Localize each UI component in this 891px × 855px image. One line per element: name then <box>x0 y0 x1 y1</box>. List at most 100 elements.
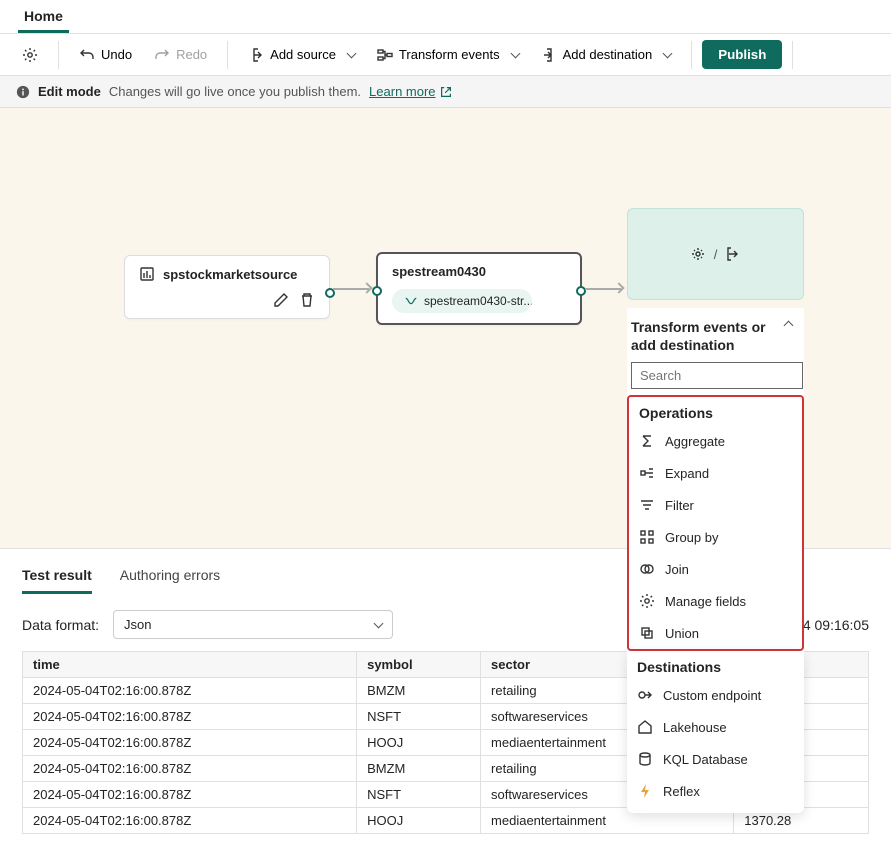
add-destination-icon <box>541 47 557 63</box>
endpoint-icon <box>637 687 653 703</box>
add-source-button[interactable]: Add source <box>238 42 365 68</box>
stream-pill[interactable]: spestream0430-str... <box>392 289 532 313</box>
data-format-select[interactable]: Json <box>113 610 393 639</box>
op-expand[interactable]: Expand <box>629 457 802 489</box>
destinations-heading: Destinations <box>627 651 804 679</box>
stream-node[interactable]: spestream0430 spestream0430-str... <box>376 252 582 325</box>
stream-icon <box>404 294 418 308</box>
chevron-down-icon <box>510 49 520 59</box>
publish-button[interactable]: Publish <box>702 40 782 69</box>
output-icon <box>725 246 741 262</box>
join-icon <box>639 561 655 577</box>
group-icon <box>639 529 655 545</box>
table-cell: HOOJ <box>357 808 481 834</box>
info-bar: Edit mode Changes will go live once you … <box>0 76 891 108</box>
arrow-icon <box>613 282 624 293</box>
reflex-icon <box>637 783 653 799</box>
table-cell: 2024-05-04T02:16:00.878Z <box>23 782 357 808</box>
transform-label: Transform events <box>399 47 500 62</box>
sigma-icon <box>639 433 655 449</box>
dest-lakehouse[interactable]: Lakehouse <box>627 711 804 743</box>
table-cell: 2024-05-04T02:16:00.878Z <box>23 730 357 756</box>
chevron-down-icon <box>663 49 673 59</box>
slash: / <box>714 247 718 262</box>
table-cell: 2024-05-04T02:16:00.878Z <box>23 704 357 730</box>
toolbar: Undo Redo Add source Transform events Ad… <box>0 34 891 76</box>
operations-heading: Operations <box>629 397 802 425</box>
filter-icon <box>639 497 655 513</box>
learn-more-link[interactable]: Learn more <box>369 84 452 99</box>
source-icon <box>139 266 155 282</box>
external-link-icon <box>439 85 453 99</box>
separator <box>691 41 692 69</box>
separator <box>58 41 59 69</box>
collapse-icon[interactable] <box>784 321 794 331</box>
add-source-icon <box>248 47 264 63</box>
undo-button[interactable]: Undo <box>69 42 142 68</box>
table-cell: BMZM <box>357 756 481 782</box>
op-groupby[interactable]: Group by <box>629 521 802 553</box>
expand-icon <box>639 465 655 481</box>
edit-icon[interactable] <box>273 292 289 308</box>
table-cell: NSFT <box>357 704 481 730</box>
data-format-label: Data format: <box>22 617 99 633</box>
lakehouse-icon <box>637 719 653 735</box>
union-icon <box>639 625 655 641</box>
separator <box>227 41 228 69</box>
table-cell: BMZM <box>357 678 481 704</box>
op-manage-fields[interactable]: Manage fields <box>629 585 802 617</box>
dest-reflex[interactable]: Reflex <box>627 775 804 807</box>
redo-button[interactable]: Redo <box>144 42 217 68</box>
op-join[interactable]: Join <box>629 553 802 585</box>
table-cell: NSFT <box>357 782 481 808</box>
col-symbol[interactable]: symbol <box>357 652 481 678</box>
undo-label: Undo <box>101 47 132 62</box>
search-input[interactable] <box>631 362 803 389</box>
table-cell: 2024-05-04T02:16:00.878Z <box>23 678 357 704</box>
table-cell: 2024-05-04T02:16:00.878Z <box>23 756 357 782</box>
chevron-down-icon <box>374 619 384 629</box>
col-time[interactable]: time <box>23 652 357 678</box>
edit-mode-msg: Changes will go live once you publish th… <box>109 84 361 99</box>
panel-title: Transform events or add destination <box>631 318 779 354</box>
table-cell: 2024-05-04T02:16:00.878Z <box>23 808 357 834</box>
op-filter[interactable]: Filter <box>629 489 802 521</box>
source-node-title: spstockmarketsource <box>163 267 297 282</box>
destinations-list: Destinations Custom endpoint Lakehouse K… <box>627 651 804 813</box>
settings-button[interactable] <box>12 42 48 68</box>
transform-events-button[interactable]: Transform events <box>367 42 529 68</box>
info-icon <box>16 85 30 99</box>
database-icon <box>637 751 653 767</box>
dest-kql-database[interactable]: KQL Database <box>627 743 804 775</box>
source-node[interactable]: spstockmarketsource <box>124 255 330 319</box>
add-destination-label: Add destination <box>563 47 653 62</box>
arrow-icon <box>361 282 372 293</box>
op-aggregate[interactable]: Aggregate <box>629 425 802 457</box>
chevron-down-icon <box>346 49 356 59</box>
operations-list: Operations Aggregate Expand Filter Group… <box>627 395 804 651</box>
table-cell: HOOJ <box>357 730 481 756</box>
stream-node-title: spestream0430 <box>392 264 486 279</box>
gear-icon <box>22 47 38 63</box>
tab-home[interactable]: Home <box>18 0 69 33</box>
edit-mode-label: Edit mode <box>38 84 101 99</box>
redo-label: Redo <box>176 47 207 62</box>
delete-icon[interactable] <box>299 292 315 308</box>
transform-icon <box>690 246 706 262</box>
tab-authoring-errors[interactable]: Authoring errors <box>120 559 220 594</box>
transform-icon <box>377 47 393 63</box>
transform-panel: Transform events or add destination Oper… <box>627 308 804 813</box>
add-source-label: Add source <box>270 47 336 62</box>
separator <box>792 41 793 69</box>
ribbon-tabs: Home <box>0 0 891 34</box>
op-union[interactable]: Union <box>629 617 802 649</box>
redo-icon <box>154 47 170 63</box>
dest-custom-endpoint[interactable]: Custom endpoint <box>627 679 804 711</box>
undo-icon <box>79 47 95 63</box>
tab-test-result[interactable]: Test result <box>22 559 92 594</box>
input-port[interactable] <box>372 286 382 296</box>
destination-placeholder[interactable]: / <box>627 208 804 300</box>
manage-fields-icon <box>639 593 655 609</box>
add-destination-button[interactable]: Add destination <box>531 42 682 68</box>
canvas[interactable]: spstockmarketsource spestream0430 spestr… <box>0 108 891 548</box>
